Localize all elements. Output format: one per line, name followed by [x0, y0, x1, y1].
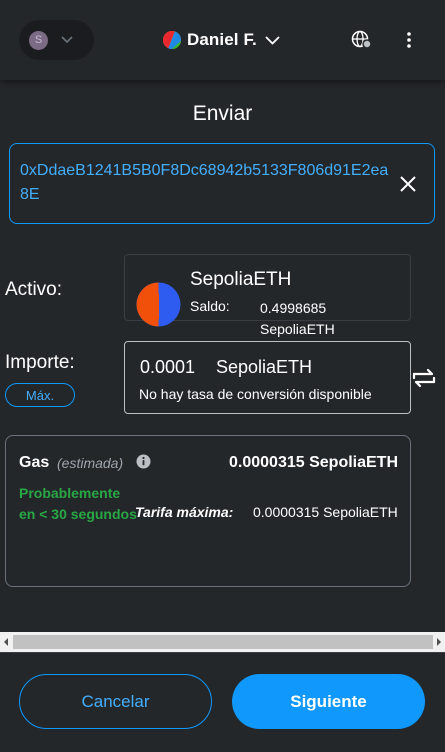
horizontal-scrollbar[interactable] [0, 632, 445, 652]
asset-name: SepoliaETH [190, 269, 292, 290]
amount-input[interactable]: 0.0001 SepoliaETH No hay tasa de convers… [124, 341, 411, 414]
max-fee-value: 0.0000315 SepoliaETH [253, 504, 398, 520]
balance-label: Saldo: [190, 298, 230, 314]
page-title: Enviar [192, 102, 253, 125]
scrollbar-thumb[interactable] [13, 635, 433, 649]
network-picker[interactable]: S [19, 20, 94, 60]
network-avatar-icon: S [29, 30, 48, 50]
sepolia-token-icon [136, 282, 181, 327]
footer-divider [0, 652, 445, 653]
max-fee-label: Tarifa máxima: [135, 504, 234, 520]
amount-label: Importe: [5, 352, 75, 373]
close-icon[interactable] [399, 175, 417, 193]
asset-label: Activo: [5, 279, 63, 300]
balance-amount: 0.4998685 [260, 300, 327, 316]
recipient-field[interactable]: 0xDdaeB1241B5B0F8Dc68942b5133F806d91E2ea… [9, 143, 435, 224]
gas-amount: 0.0000315 SepoliaETH [229, 454, 398, 471]
account-picker[interactable]: Daniel F. [163, 28, 280, 52]
asset-selector[interactable]: SepoliaETH Saldo: 0.4998685 SepoliaETH [124, 254, 411, 337]
scroll-right-icon[interactable] [435, 637, 443, 647]
amount-unit: SepoliaETH [216, 357, 313, 377]
gas-estimate-label: (estimada) [57, 455, 124, 471]
balance-value: 0.4998685 SepoliaETH [260, 298, 370, 340]
recipient-address[interactable]: 0xDdaeB1241B5B0F8Dc68942b5133F806d91E2ea… [20, 159, 390, 207]
amount-value[interactable]: 0.0001 [140, 357, 195, 378]
app-header: S Daniel F. [0, 0, 445, 80]
next-button[interactable]: Siguiente [232, 674, 425, 729]
conversion-text: No hay tasa de conversión disponible [139, 386, 372, 402]
account-avatar-icon [163, 31, 181, 49]
send-screen: S Daniel F. Enviar 0xDdaeB1241B5B0F8Dc68… [0, 0, 445, 752]
gas-fee-panel: Gas (estimada) 0.0000315 SepoliaETH Prob… [5, 435, 411, 587]
chevron-down-icon [61, 36, 73, 44]
chevron-down-icon [265, 35, 280, 45]
gas-title: Gas [19, 454, 50, 471]
account-name: Daniel F. [187, 30, 257, 49]
balance-unit: SepoliaETH [260, 321, 335, 337]
info-icon[interactable] [136, 454, 151, 469]
kebab-menu-icon[interactable] [402, 30, 416, 50]
gas-time-estimate: Probablemente en < 30 segundos [19, 485, 137, 522]
scroll-left-icon[interactable] [2, 637, 10, 647]
cancel-button[interactable]: Cancelar [19, 674, 212, 729]
swap-icon[interactable] [410, 368, 438, 388]
max-button[interactable]: Máx. [5, 383, 75, 407]
globe-connection-icon[interactable] [351, 30, 373, 50]
